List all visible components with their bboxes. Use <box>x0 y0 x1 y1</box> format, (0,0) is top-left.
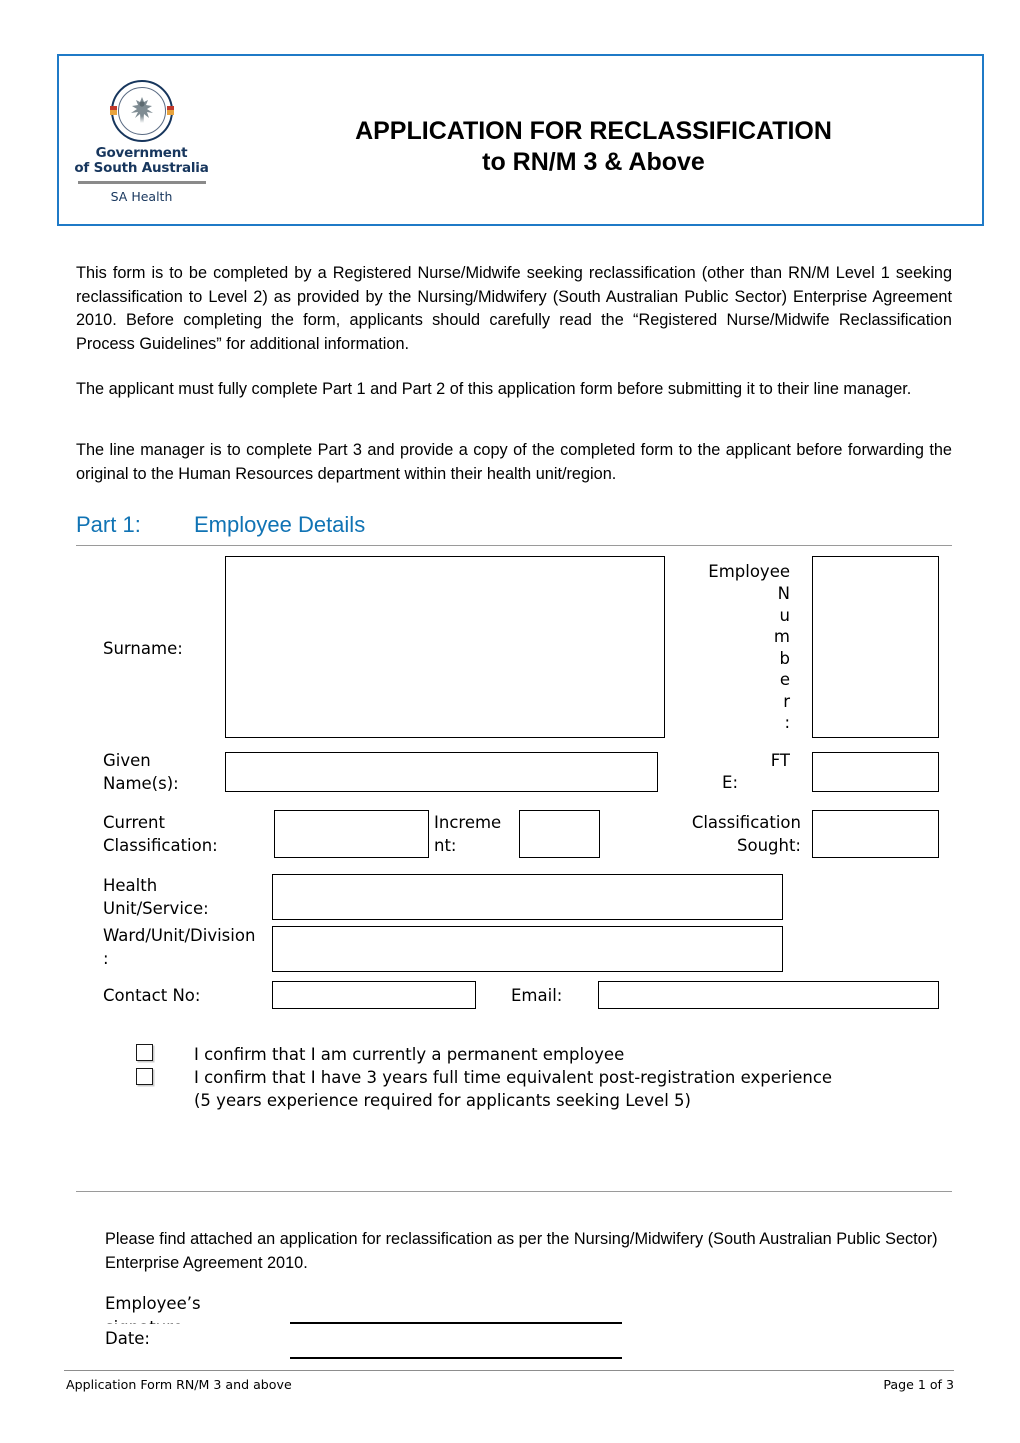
logo-divider <box>77 181 206 184</box>
document-title-line1: APPLICATION FOR RECLASSIFICATION <box>355 117 832 145</box>
checkbox-permanent-employee[interactable] <box>136 1044 153 1061</box>
employee-signature-label-line2-clipped: signature: <box>105 1318 295 1324</box>
logo-sa-health-line: SA Health <box>110 189 173 204</box>
employee-number-label-line1: Employee <box>708 562 790 581</box>
increment-input[interactable] <box>519 810 600 858</box>
health-unit-label: Health Unit/Service: <box>103 876 209 918</box>
email-label: Email: <box>511 986 563 1005</box>
emp-num-char: r <box>783 691 790 711</box>
intro-paragraph-1: This form is to be completed by a Regist… <box>76 264 952 353</box>
fte-label-line1: FT <box>770 751 790 770</box>
emp-num-char: N <box>777 584 790 603</box>
increment-label: Increme nt: <box>434 813 502 855</box>
footer-rule <box>64 1370 954 1371</box>
emp-num-char: m <box>773 627 790 646</box>
date-label: Date: <box>105 1329 150 1348</box>
intro-paragraph-2: The applicant must fully complete Part 1… <box>76 380 912 398</box>
employee-number-label-stacked: N u m b e r : <box>760 583 790 734</box>
checkbox-post-registration-experience-label: I confirm that I have 3 years full time … <box>194 1068 833 1110</box>
document-title: APPLICATION FOR RECLASSIFICATION to RN/M… <box>219 116 968 178</box>
footer-page-number: Page 1 of 3 <box>883 1377 954 1392</box>
emp-num-char: : <box>784 713 790 732</box>
emp-num-char: u <box>779 605 790 625</box>
intro-paragraph-3: The line manager is to complete Part 3 a… <box>76 441 952 483</box>
logo-government-line1: Government <box>95 145 188 161</box>
footer-form-name: Application Form RN/M 3 and above <box>66 1377 292 1392</box>
checkbox-permanent-employee-label: I confirm that I am currently a permanen… <box>194 1045 625 1064</box>
ward-unit-division-input[interactable] <box>272 926 783 972</box>
employee-number-input[interactable] <box>812 556 939 738</box>
document-title-line2: to RN/M 3 & Above <box>482 148 705 176</box>
contact-no-label: Contact No: <box>103 986 201 1005</box>
part1-heading-label: Part 1: <box>76 512 141 537</box>
employee-signature-label-line1: Employee’s <box>105 1294 201 1313</box>
classification-sought-input[interactable] <box>812 810 939 858</box>
fte-input[interactable] <box>812 752 939 792</box>
given-names-label: Given Name(s): <box>103 751 179 793</box>
contact-no-input[interactable] <box>272 981 476 1009</box>
ward-unit-division-label: Ward/Unit/Division : <box>103 926 256 968</box>
sa-government-crest-icon <box>109 80 174 142</box>
classification-sought-label: Classification Sought: <box>691 813 801 855</box>
closing-section-rule <box>76 1191 952 1192</box>
given-names-input[interactable] <box>225 752 658 792</box>
emp-num-char: b <box>779 648 790 668</box>
employee-signature-line[interactable] <box>290 1322 622 1325</box>
closing-statement: Please find attached an application for … <box>105 1230 938 1272</box>
health-unit-input[interactable] <box>272 874 783 920</box>
email-input[interactable] <box>598 981 939 1009</box>
part1-heading-rule <box>76 545 952 546</box>
part1-heading-title: Employee Details <box>194 512 366 537</box>
current-classification-input[interactable] <box>274 810 429 858</box>
sa-health-logo: Government of South Australia SA Health <box>69 80 214 204</box>
current-classification-label: Current Classification: <box>103 813 218 855</box>
header-banner: Government of South Australia SA Health … <box>57 54 984 226</box>
date-line[interactable] <box>290 1357 622 1360</box>
piping-shrike-icon <box>130 97 153 123</box>
emp-num-char: e <box>779 670 790 689</box>
checkbox-post-registration-experience[interactable] <box>136 1068 153 1085</box>
surname-input[interactable] <box>225 556 665 738</box>
fte-label-line2: E: <box>722 773 738 792</box>
part1-heading: Part 1: Employee Details <box>76 512 952 538</box>
logo-government-line2: of South Australia <box>74 160 209 176</box>
